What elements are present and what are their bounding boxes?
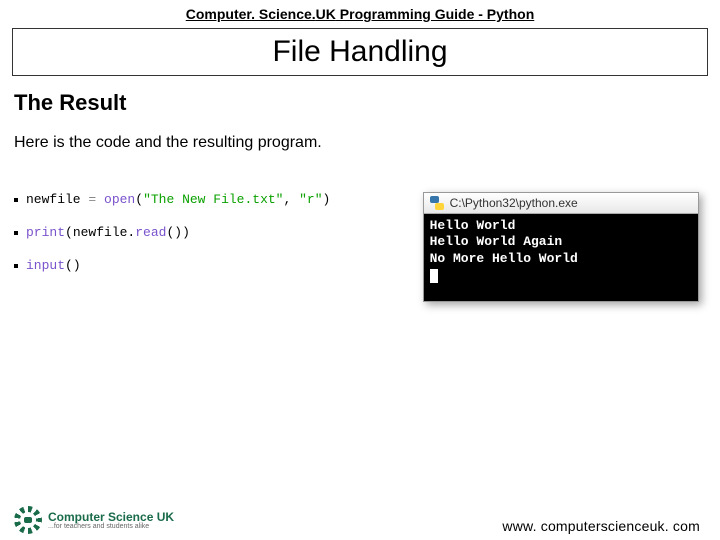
content-row: newfile = open("The New File.txt", "r") … [14,192,706,302]
code-line: input() [14,258,395,273]
footer-url: www. computerscienceuk. com [502,518,700,534]
bullet-icon [14,264,18,268]
guide-suffix: Programming Guide - Python [336,6,534,22]
cursor-icon [430,269,438,283]
code-line: newfile = open("The New File.txt", "r") [14,192,395,207]
code-line: print(newfile.read()) [14,225,395,240]
intro-text: Here is the code and the resulting progr… [14,134,720,152]
section-heading: The Result [14,90,720,116]
footer-logo: Computer Science UK ...for teachers and … [14,506,174,534]
brand-prefix: Computer. Science. [186,6,316,22]
logo-name: Computer Science UK [48,511,174,523]
console-window: C:\Python32\python.exe Hello World Hello… [423,192,700,302]
bullet-icon [14,198,18,202]
footer: Computer Science UK ...for teachers and … [0,506,720,534]
page-title: File Handling [12,28,708,76]
python-icon [430,196,444,210]
logo-icon [14,506,42,534]
brand-suffix: UK [316,6,336,22]
header-strip: Computer. Science.UK Programming Guide -… [0,0,720,22]
bullet-icon [14,231,18,235]
console-output: Hello World Hello World Again No More He… [424,214,699,301]
console-title-text: C:\Python32\python.exe [450,196,578,210]
code-block: newfile = open("The New File.txt", "r") … [14,192,395,291]
logo-tagline: ...for teachers and students alike [48,523,174,530]
console-titlebar: C:\Python32\python.exe [424,193,699,214]
